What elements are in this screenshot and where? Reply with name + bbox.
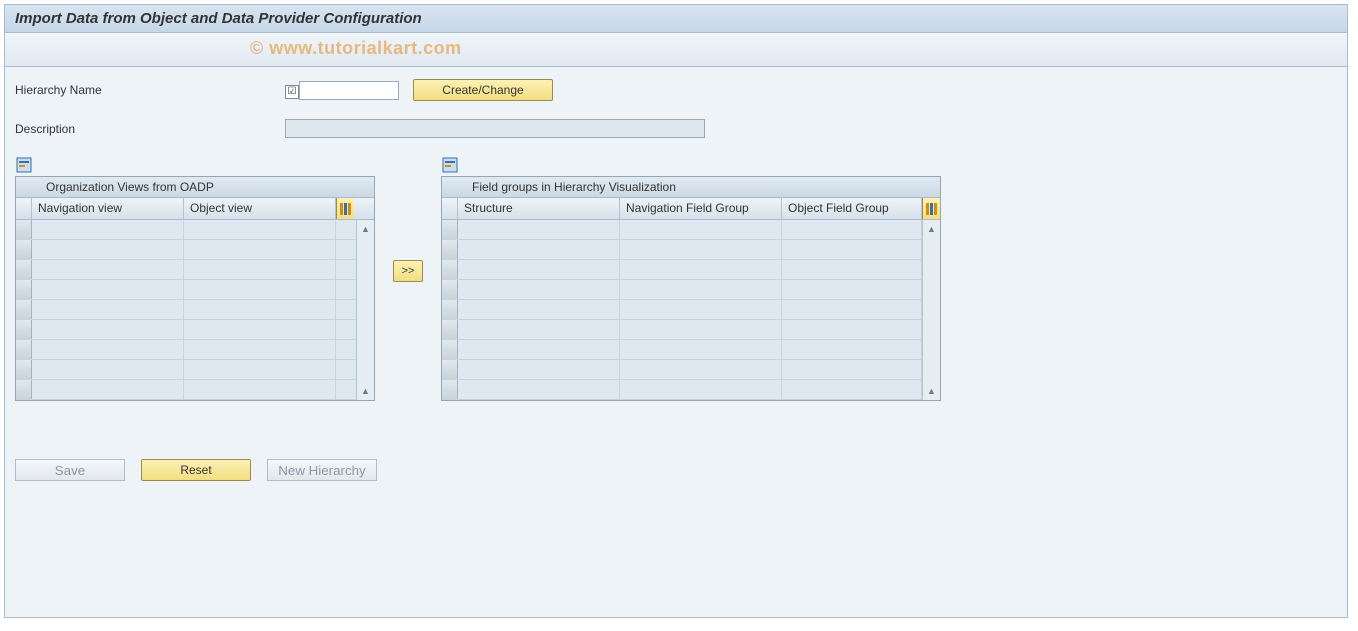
- column-config-button[interactable]: [922, 198, 940, 219]
- col-navigation-view[interactable]: Navigation view: [32, 198, 184, 219]
- oadp-rows: [16, 220, 356, 400]
- table-row[interactable]: [16, 220, 356, 240]
- col-nav-field-group[interactable]: Navigation Field Group: [620, 198, 782, 219]
- table-row[interactable]: [442, 360, 922, 380]
- table-row[interactable]: [16, 240, 356, 260]
- table-row[interactable]: [442, 300, 922, 320]
- table-row[interactable]: [442, 380, 922, 400]
- field-groups-grid-body: ▲ ▲: [442, 220, 940, 400]
- table-columns-icon: [340, 203, 352, 215]
- row-selector-header: [16, 198, 32, 219]
- table-row[interactable]: [16, 380, 356, 400]
- field-groups-grid: Field groups in Hierarchy Visualization …: [441, 176, 941, 401]
- vertical-scrollbar[interactable]: ▲ ▲: [356, 220, 374, 400]
- col-structure[interactable]: Structure: [458, 198, 620, 219]
- footer-buttons: Save Reset New Hierarchy: [15, 459, 1337, 481]
- field-groups-grid-title: Field groups in Hierarchy Visualization: [442, 177, 940, 198]
- panels-row: Organization Views from OADP Navigation …: [15, 156, 1337, 401]
- row-selector-header: [442, 198, 458, 219]
- scroll-down-icon[interactable]: ▲: [925, 384, 939, 398]
- table-row[interactable]: [442, 340, 922, 360]
- main-window: Import Data from Object and Data Provide…: [4, 4, 1348, 618]
- oadp-grid-header: Navigation view Object view: [16, 198, 374, 220]
- oadp-grid-title: Organization Views from OADP: [16, 177, 374, 198]
- oadp-views-grid: Organization Views from OADP Navigation …: [15, 176, 375, 401]
- field-groups-rows: [442, 220, 922, 400]
- table-row[interactable]: [16, 300, 356, 320]
- reset-button[interactable]: Reset: [141, 459, 251, 481]
- table-row[interactable]: [442, 240, 922, 260]
- table-row[interactable]: [16, 320, 356, 340]
- application-toolbar: [5, 33, 1347, 67]
- description-input: [285, 119, 705, 138]
- table-row[interactable]: [16, 340, 356, 360]
- scroll-up-icon[interactable]: ▲: [925, 222, 939, 236]
- table-row[interactable]: [442, 280, 922, 300]
- table-row[interactable]: [442, 220, 922, 240]
- new-hierarchy-button: New Hierarchy: [267, 459, 377, 481]
- col-object-view[interactable]: Object view: [184, 198, 336, 219]
- table-row[interactable]: [16, 360, 356, 380]
- description-row: Description: [15, 119, 1337, 138]
- window-title-bar: Import Data from Object and Data Provide…: [5, 5, 1347, 33]
- right-panel-col: Field groups in Hierarchy Visualization …: [441, 156, 941, 401]
- hierarchy-checkbox-icon[interactable]: ☑: [285, 85, 299, 99]
- layout-variant-icon[interactable]: [441, 156, 459, 174]
- oadp-grid-body: ▲ ▲: [16, 220, 374, 400]
- hierarchy-row: Hierarchy Name ☑ Create/Change: [15, 79, 1337, 101]
- description-label: Description: [15, 122, 285, 136]
- column-config-button[interactable]: [336, 198, 354, 219]
- col-obj-field-group[interactable]: Object Field Group: [782, 198, 922, 219]
- transfer-column: >>: [393, 156, 423, 386]
- create-change-button[interactable]: Create/Change: [413, 79, 553, 101]
- left-panel-col: Organization Views from OADP Navigation …: [15, 156, 375, 401]
- scroll-down-icon[interactable]: ▲: [359, 384, 373, 398]
- content-area: Hierarchy Name ☑ Create/Change Descripti…: [5, 67, 1347, 617]
- layout-variant-icon[interactable]: [15, 156, 33, 174]
- hierarchy-name-input[interactable]: [299, 81, 399, 100]
- field-groups-grid-header: Structure Navigation Field Group Object …: [442, 198, 940, 220]
- table-row[interactable]: [442, 260, 922, 280]
- vertical-scrollbar[interactable]: ▲ ▲: [922, 220, 940, 400]
- table-row[interactable]: [442, 320, 922, 340]
- window-title: Import Data from Object and Data Provide…: [15, 10, 422, 27]
- save-button: Save: [15, 459, 125, 481]
- hierarchy-name-label: Hierarchy Name: [15, 83, 285, 97]
- scroll-up-icon[interactable]: ▲: [359, 222, 373, 236]
- table-columns-icon: [926, 203, 938, 215]
- table-row[interactable]: [16, 280, 356, 300]
- table-row[interactable]: [16, 260, 356, 280]
- transfer-right-button[interactable]: >>: [393, 260, 423, 282]
